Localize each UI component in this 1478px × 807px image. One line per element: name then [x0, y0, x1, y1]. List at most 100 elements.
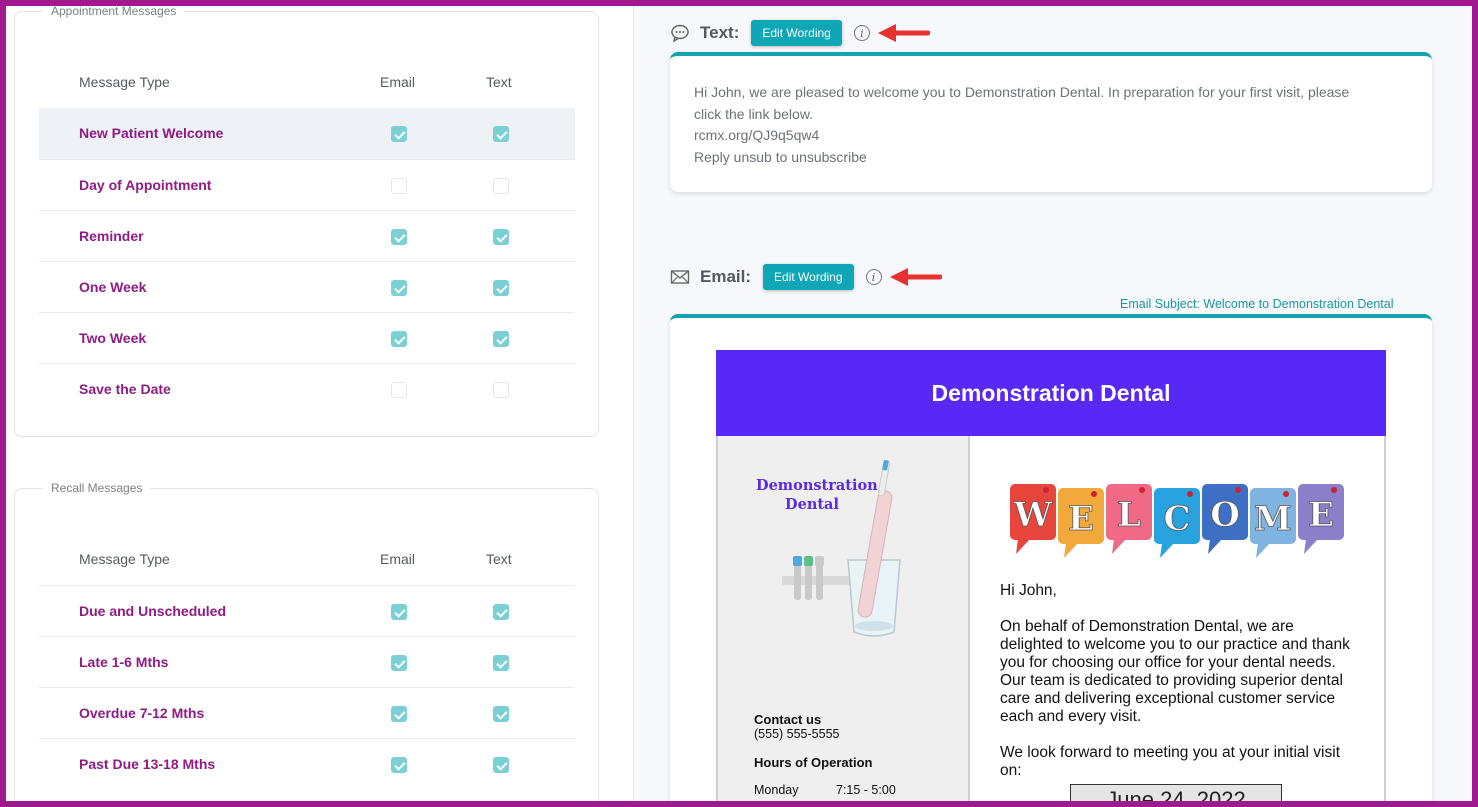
envelope-icon	[670, 270, 690, 284]
email-section-header: Email: Edit Wording i	[670, 264, 942, 290]
welcome-letter-tile: L	[1106, 484, 1152, 554]
red-arrow-icon	[889, 268, 942, 286]
panel-legend: Recall Messages	[43, 481, 151, 495]
panel-legend: Appointment Messages	[43, 6, 185, 18]
contact-phone: (555) 555-5555	[754, 727, 840, 741]
email-checkbox[interactable]	[391, 178, 407, 194]
info-icon[interactable]: i	[853, 25, 870, 41]
email-sidebar: Demonstration Dental Contact us (555) 55…	[716, 436, 970, 801]
text-message-preview: Hi John, we are pleased to welcome you t…	[670, 52, 1432, 192]
text-checkbox[interactable]	[493, 706, 509, 722]
email-section-label: Email:	[700, 267, 752, 286]
edit-text-wording-button[interactable]: Edit Wording	[751, 20, 842, 46]
message-type-label[interactable]: Day of Appointment	[79, 177, 211, 193]
welcome-letter-tile: O	[1202, 484, 1248, 554]
contact-heading: Contact us	[754, 712, 822, 727]
email-checkbox[interactable]	[391, 604, 407, 620]
email-checkbox[interactable]	[391, 280, 407, 296]
table-header: Message Type Email Text	[39, 535, 575, 585]
message-type-label[interactable]: Save the Date	[79, 381, 171, 397]
table-row[interactable]: Two Week	[39, 312, 575, 363]
email-main-content: WELCOME Hi John, On behalf of Demonstrat…	[970, 436, 1386, 801]
table-row[interactable]: Due and Unscheduled	[39, 585, 575, 636]
table-row[interactable]: Day of Appointment	[39, 159, 575, 210]
message-type-label[interactable]: Reminder	[79, 228, 144, 244]
message-settings-column: Appointment Messages Message Type Email …	[6, 6, 634, 801]
text-line: click the link below.	[694, 105, 814, 122]
table-row[interactable]: One Week	[39, 261, 575, 312]
email-checkbox[interactable]	[391, 655, 407, 671]
welcome-letter-tile: W	[1010, 484, 1056, 554]
message-type-label[interactable]: Late 1-6 Mths	[79, 654, 168, 670]
header-message-type: Message Type	[79, 551, 170, 567]
text-checkbox[interactable]	[493, 331, 509, 347]
header-email: Email	[380, 74, 416, 90]
info-icon[interactable]: i	[865, 269, 882, 285]
header-email: Email	[380, 551, 416, 567]
hours-time: 7:15 - 5:00	[836, 783, 896, 797]
header-text: Text	[486, 74, 512, 90]
email-checkbox[interactable]	[391, 757, 407, 773]
email-checkbox[interactable]	[391, 706, 407, 722]
red-arrow-icon	[877, 24, 930, 42]
email-checkbox[interactable]	[391, 331, 407, 347]
email-banner-title: Demonstration Dental	[716, 350, 1386, 436]
welcome-letter: M	[1254, 499, 1292, 539]
text-checkbox[interactable]	[493, 382, 509, 398]
email-greeting: Hi John,	[1000, 582, 1057, 599]
text-line: Hi John, we are pleased to welcome you t…	[694, 84, 1350, 100]
message-type-label[interactable]: One Week	[79, 279, 146, 295]
table-row[interactable]: Reminder	[39, 210, 575, 261]
message-type-label[interactable]: Overdue 7-12 Mths	[79, 705, 204, 721]
text-checkbox[interactable]	[493, 178, 509, 194]
welcome-letter: E	[1068, 499, 1094, 539]
email-body: Hi John, On behalf of Demonstration Dent…	[1000, 582, 1360, 780]
welcome-letter: W	[1013, 495, 1053, 535]
text-checkbox[interactable]	[493, 280, 509, 296]
appointment-messages-table: Message Type Email Text New Patient Welc…	[39, 58, 575, 414]
welcome-letter: C	[1163, 499, 1190, 539]
appointment-messages-panel: Appointment Messages Message Type Email …	[14, 6, 599, 437]
message-type-label[interactable]: New Patient Welcome	[79, 125, 223, 141]
message-type-label[interactable]: Two Week	[79, 330, 146, 346]
email-checkbox[interactable]	[391, 126, 407, 142]
message-type-label[interactable]: Past Due 13-18 Mths	[79, 756, 215, 772]
hours-row: Monday 7:15 - 5:00	[754, 783, 964, 799]
message-type-label[interactable]: Due and Unscheduled	[79, 603, 226, 619]
table-row[interactable]: New Patient Welcome	[39, 108, 575, 159]
hours-day: Monday	[754, 783, 799, 797]
email-checkbox[interactable]	[391, 229, 407, 245]
header-message-type: Message Type	[79, 74, 170, 90]
email-checkbox[interactable]	[391, 382, 407, 398]
welcome-letter: O	[1210, 495, 1240, 535]
email-paragraph: We look forward to meeting you at your i…	[1000, 744, 1341, 779]
welcome-letter-tile: C	[1154, 488, 1200, 558]
welcome-letter-tile: M	[1250, 488, 1296, 558]
text-checkbox[interactable]	[493, 229, 509, 245]
table-row[interactable]: Save the Date	[39, 363, 575, 414]
welcome-graphic: WELCOME	[1010, 484, 1344, 558]
text-checkbox[interactable]	[493, 757, 509, 773]
text-section-header: Text: Edit Wording i	[670, 20, 930, 46]
table-header: Message Type Email Text	[39, 58, 575, 108]
email-subject: Email Subject: Welcome to Demonstration …	[1120, 297, 1394, 311]
email-preview: Demonstration Dental Demonstration Denta…	[670, 314, 1432, 801]
text-link-line: rcmx.org/QJ9q5qw4	[694, 127, 820, 143]
welcome-letter-tile: E	[1298, 484, 1344, 554]
table-row[interactable]: Past Due 13-18 Mths	[39, 738, 575, 789]
edit-email-wording-button[interactable]: Edit Wording	[763, 264, 854, 290]
table-row[interactable]: Overdue 7-12 Mths	[39, 687, 575, 738]
text-checkbox[interactable]	[493, 126, 509, 142]
text-section-label: Text:	[700, 23, 740, 42]
hours-heading: Hours of Operation	[754, 755, 873, 770]
table-row[interactable]: Late 1-6 Mths	[39, 636, 575, 687]
app-frame: Appointment Messages Message Type Email …	[6, 6, 1472, 801]
header-text: Text	[486, 551, 512, 567]
chat-bubble-icon	[671, 24, 689, 43]
text-checkbox[interactable]	[493, 604, 509, 620]
text-checkbox[interactable]	[493, 655, 509, 671]
welcome-letter-tile: E	[1058, 488, 1104, 558]
text-line: Reply unsub to unsubscribe	[694, 148, 867, 165]
toothbrush-image	[782, 460, 901, 637]
recall-messages-table: Message Type Email Text Due and Unschedu…	[39, 535, 575, 789]
